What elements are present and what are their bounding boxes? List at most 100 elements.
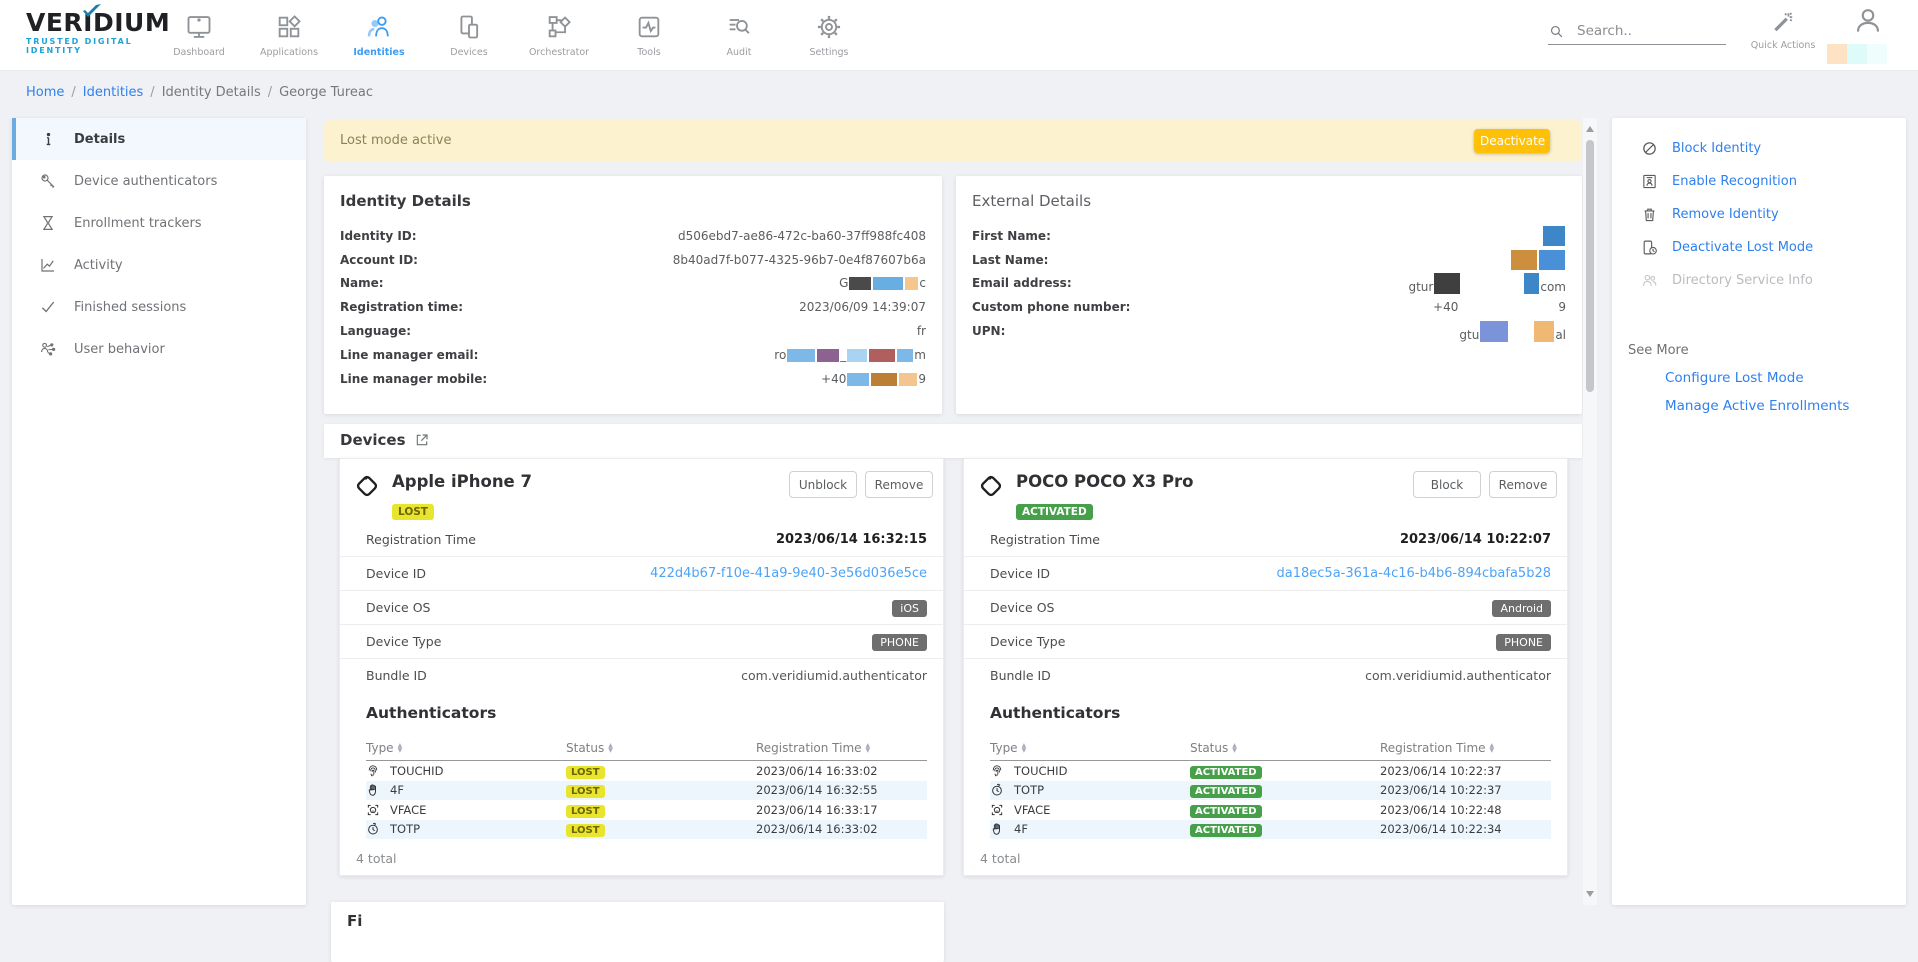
auth-status-badge: LOST bbox=[566, 824, 605, 837]
main-scrollbar[interactable] bbox=[1583, 118, 1597, 905]
name-value-redacted: Gc bbox=[839, 276, 926, 290]
settings-icon bbox=[815, 12, 843, 42]
unblock-device-button[interactable]: Unblock bbox=[789, 471, 857, 498]
redaction-block bbox=[847, 373, 869, 386]
tab-details[interactable]: Details bbox=[12, 118, 306, 160]
user-behavior-icon bbox=[38, 340, 58, 358]
deactivate-lost-mode-button[interactable]: Deactivate bbox=[1474, 129, 1550, 153]
device-id-link[interactable]: da18ec5a-361a-4c16-b4b6-894cbafa5b28 bbox=[1277, 566, 1551, 581]
nav-item-dashboard[interactable]: Dashboard bbox=[154, 0, 244, 70]
column-header-status[interactable]: Status▲▼ bbox=[1190, 741, 1380, 755]
identity-row: Name:Gc bbox=[324, 272, 942, 296]
redaction-block bbox=[1480, 321, 1508, 342]
global-search bbox=[1548, 22, 1726, 45]
device-field-row: Device IDda18ec5a-361a-4c16-b4b6-894cbaf… bbox=[964, 557, 1567, 591]
device-id-link[interactable]: 422d4b67-f10e-41a9-9e40-3e56d036e5ce bbox=[650, 566, 927, 581]
column-header-registration-time[interactable]: Registration Time▲▼ bbox=[1380, 741, 1494, 755]
search-input[interactable] bbox=[1575, 22, 1709, 40]
scrollbar-thumb[interactable] bbox=[1586, 140, 1594, 392]
device-os-badge: iOS bbox=[892, 600, 927, 617]
nav-item-identities[interactable]: Identities bbox=[334, 0, 424, 70]
lost-mode-banner-text: Lost mode active bbox=[340, 133, 451, 148]
devices-section-header: Devices bbox=[324, 424, 1582, 458]
breadcrumb-identity-details: Identity Details bbox=[162, 85, 261, 100]
next-section-card-partial: Fi bbox=[331, 902, 944, 962]
top-header: VERIDIUM TRUSTED DIGITAL IDENTITY Dashbo… bbox=[0, 0, 1918, 71]
directory-service-info-action: Directory Service Info bbox=[1612, 264, 1906, 297]
tab-user-behavior[interactable]: User behavior bbox=[12, 328, 306, 370]
sort-icon: ▲▼ bbox=[1232, 743, 1237, 753]
user-avatar-button[interactable] bbox=[1850, 6, 1886, 36]
devices-icon bbox=[455, 12, 483, 42]
quick-actions-button[interactable]: Quick Actions bbox=[1752, 8, 1814, 51]
identity-id-value: d506ebd7-ae86-472c-ba60-37ff988fc408 bbox=[678, 229, 926, 243]
device-registration-time: 2023/06/14 16:32:15 bbox=[776, 532, 927, 547]
nav-item-devices[interactable]: Devices bbox=[424, 0, 514, 70]
nav-item-settings[interactable]: Settings bbox=[784, 0, 874, 70]
auth-status-badge: ACTIVATED bbox=[1190, 805, 1262, 818]
redaction-block bbox=[1543, 226, 1565, 246]
check-icon bbox=[38, 298, 58, 316]
external-row: Custom phone number:+409 bbox=[956, 295, 1582, 319]
scroll-up-button[interactable] bbox=[1586, 126, 1594, 132]
external-details-title: External Details bbox=[956, 176, 1582, 218]
tab-finished-sessions[interactable]: Finished sessions bbox=[12, 286, 306, 328]
tab-enrollment-trackers[interactable]: Enrollment trackers bbox=[12, 202, 306, 244]
remove-identity-action[interactable]: Remove Identity bbox=[1612, 198, 1906, 231]
redaction-block bbox=[1534, 321, 1554, 342]
redaction-block bbox=[871, 373, 897, 386]
remove-device-button[interactable]: Remove bbox=[1489, 471, 1557, 498]
breadcrumb: Home/Identities/Identity Details/George … bbox=[26, 85, 373, 100]
device-field-row: Bundle IDcom.veridiumid.authenticator bbox=[340, 659, 943, 692]
line-manager-email-redacted: ro_m bbox=[774, 348, 926, 362]
device-status-badge: LOST bbox=[392, 504, 434, 520]
authenticator-row: VFACE ACTIVATED 2023/06/14 10:22:48 bbox=[990, 800, 1551, 820]
redaction-block bbox=[1434, 273, 1460, 294]
column-header-status[interactable]: Status▲▼ bbox=[566, 741, 756, 755]
nav-item-orchestrator[interactable]: Orchestrator bbox=[514, 0, 604, 70]
enable-recognition-action[interactable]: Enable Recognition bbox=[1612, 165, 1906, 198]
external-link-icon[interactable] bbox=[414, 432, 430, 448]
redaction-block bbox=[897, 349, 913, 362]
redaction-block bbox=[1539, 250, 1565, 270]
custom-phone-redacted: +409 bbox=[1433, 300, 1566, 314]
device-field-row: Device OSAndroid bbox=[964, 591, 1567, 625]
block-identity-action[interactable]: Block Identity bbox=[1612, 132, 1906, 165]
manage-active-enrollments-link[interactable]: Manage Active Enrollments bbox=[1612, 386, 1906, 414]
identity-row: Line manager mobile:+409 bbox=[324, 367, 942, 391]
remove-device-button[interactable]: Remove bbox=[865, 471, 933, 498]
nav-item-audit[interactable]: Audit bbox=[694, 0, 784, 70]
logo-checkmark-icon bbox=[81, 3, 103, 25]
external-details-panel: External Details First Name: Last Name: … bbox=[956, 176, 1582, 414]
tab-activity[interactable]: Activity bbox=[12, 244, 306, 286]
redaction-block bbox=[787, 349, 815, 362]
face-scan-icon bbox=[366, 803, 380, 817]
redaction-block bbox=[899, 373, 917, 386]
device-field-row: Registration Time2023/06/14 10:22:07 bbox=[964, 523, 1567, 557]
column-header-type[interactable]: Type▲▼ bbox=[366, 741, 566, 755]
face-scan-icon bbox=[990, 803, 1004, 817]
authenticators-heading: Authenticators bbox=[340, 692, 943, 722]
device-registration-time: 2023/06/14 10:22:07 bbox=[1400, 532, 1551, 547]
breadcrumb-home[interactable]: Home bbox=[26, 85, 64, 100]
authenticator-row: TOTP ACTIVATED 2023/06/14 10:22:37 bbox=[990, 781, 1551, 801]
configure-lost-mode-link[interactable]: Configure Lost Mode bbox=[1612, 358, 1906, 386]
deactivate-lost-mode-action[interactable]: Deactivate Lost Mode bbox=[1612, 231, 1906, 264]
scroll-down-button[interactable] bbox=[1586, 891, 1594, 897]
auth-status-badge: LOST bbox=[566, 805, 605, 818]
column-header-registration-time[interactable]: Registration Time▲▼ bbox=[756, 741, 870, 755]
nav-item-applications[interactable]: Applications bbox=[244, 0, 334, 70]
column-header-type[interactable]: Type▲▼ bbox=[990, 741, 1190, 755]
nav-item-tools[interactable]: Tools bbox=[604, 0, 694, 70]
authenticator-row: 4F LOST 2023/06/14 16:32:55 bbox=[366, 781, 927, 801]
breadcrumb-identities[interactable]: Identities bbox=[83, 85, 144, 100]
phone-clock-icon bbox=[1640, 239, 1658, 256]
redaction-block bbox=[905, 277, 918, 290]
block-device-button[interactable]: Block bbox=[1413, 471, 1481, 498]
hand-icon bbox=[366, 783, 380, 797]
first-name-redacted bbox=[1542, 226, 1566, 246]
device-field-row: Device TypePHONE bbox=[340, 625, 943, 659]
search-icon[interactable] bbox=[1548, 23, 1565, 40]
tab-device-authenticators[interactable]: Device authenticators bbox=[12, 160, 306, 202]
auth-status-badge: LOST bbox=[566, 785, 605, 798]
